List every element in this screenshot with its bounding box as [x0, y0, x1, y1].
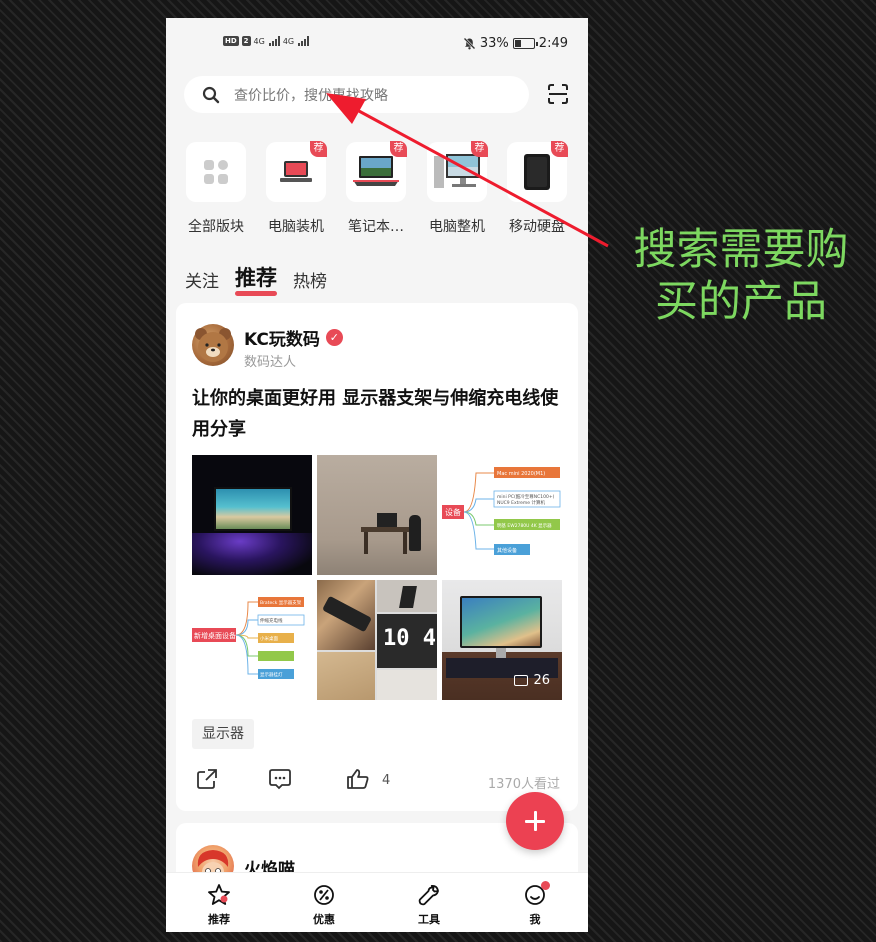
annotation-line-2: 买的产品: [655, 277, 827, 327]
annotation-line-1: 搜索需要购: [633, 225, 849, 275]
annotation-text: 搜索需要购 买的产品: [612, 224, 870, 328]
annotation-arrow: [326, 93, 609, 248]
